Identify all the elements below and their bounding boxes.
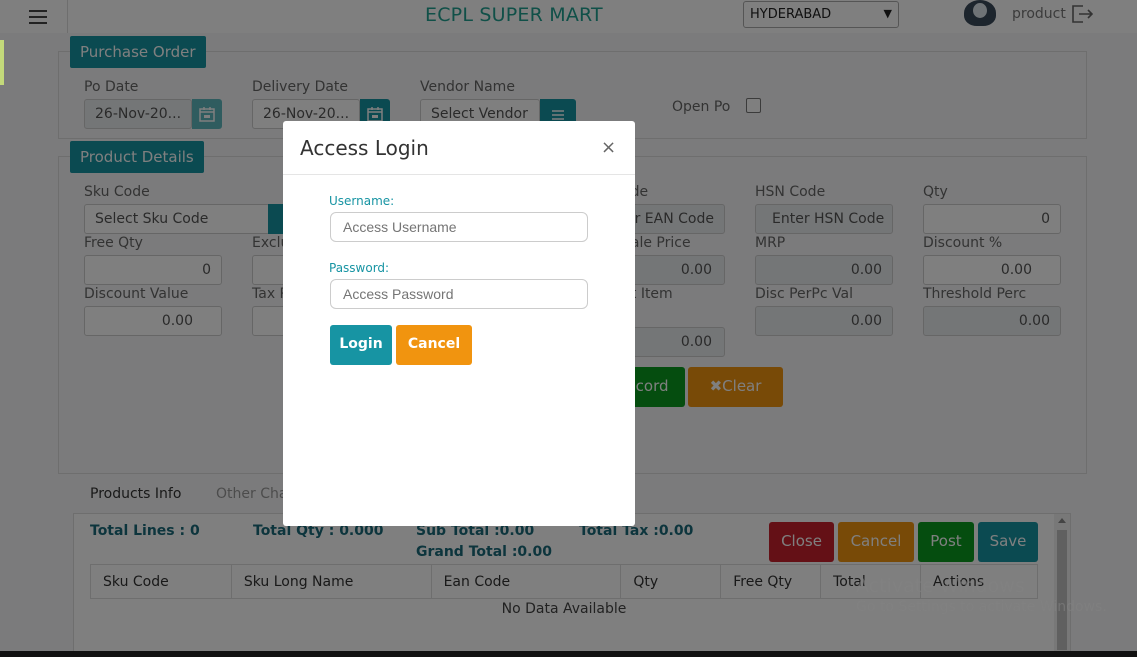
modal-title: Access Login bbox=[300, 136, 429, 160]
access-login-modal: Access Login × Username: Password: Login… bbox=[283, 121, 635, 526]
activate-windows-title: Activate Windows bbox=[856, 575, 1025, 597]
modal-header: Access Login × bbox=[283, 121, 635, 175]
bottom-bar bbox=[0, 651, 1137, 657]
cancel-login-button[interactable]: Cancel bbox=[396, 325, 472, 365]
password-label: Password: bbox=[329, 261, 390, 275]
login-button[interactable]: Login bbox=[330, 325, 392, 365]
password-input[interactable] bbox=[330, 279, 588, 309]
close-icon[interactable]: × bbox=[601, 137, 616, 158]
username-input[interactable] bbox=[330, 212, 588, 242]
left-edge-strip bbox=[0, 40, 4, 85]
activate-windows-subtitle: Go to Settings to activate Windows. bbox=[856, 599, 1107, 615]
username-label: Username: bbox=[329, 194, 395, 208]
